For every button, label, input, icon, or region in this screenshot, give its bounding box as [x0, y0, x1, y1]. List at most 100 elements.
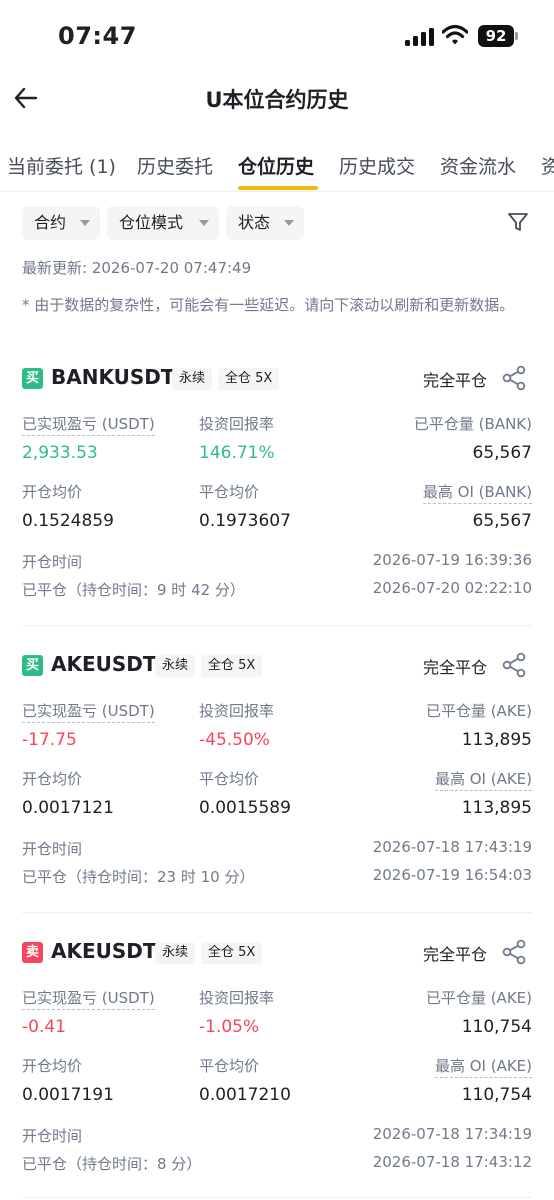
open-time-label: 开仓时间: [22, 1127, 83, 1145]
entry-price-label: 开仓均价: [22, 483, 83, 501]
battery-icon: 92: [478, 25, 514, 47]
exit-price-value: 0.0017210: [199, 1085, 291, 1105]
tag-perpetual: 永续: [172, 368, 213, 390]
pnl-value: -17.75: [22, 730, 77, 750]
pnl-value: 2,933.53: [22, 443, 98, 463]
max-oi-value: 65,567: [472, 511, 532, 531]
open-time-label: 开仓时间: [22, 840, 83, 858]
last-updated-text: 最新更新: 2026-07-20 07:47:49: [22, 259, 252, 277]
open-time-value: 2026-07-18 17:43:19: [372, 838, 532, 856]
side-badge-sell: 卖: [22, 942, 43, 963]
pnl-value: -0.41: [22, 1017, 66, 1037]
closed-qty-value: 65,567: [472, 443, 532, 463]
close-type: 完全平仓: [423, 945, 488, 964]
status-time: 07:47: [58, 22, 137, 50]
close-type: 完全平仓: [423, 658, 488, 677]
cellular-signal-icon: [405, 28, 435, 46]
exit-price-label: 平仓均价: [199, 1057, 260, 1075]
closed-qty-value: 113,895: [461, 730, 532, 750]
entry-price-value: 0.0017191: [22, 1085, 114, 1105]
funnel-filter-icon[interactable]: [506, 210, 530, 234]
pnl-label: 已实现盈亏 (USDT): [22, 987, 155, 1010]
roi-value: -45.50%: [199, 730, 270, 750]
closed-duration-label: 已平仓（持仓时间：8 分）: [22, 1155, 202, 1173]
entry-price-label: 开仓均价: [22, 1057, 83, 1075]
side-badge-buy: 买: [22, 655, 43, 676]
status-bar: 07:47 92: [0, 0, 554, 74]
page-title: U本位合约历史: [205, 88, 349, 112]
caret-down-icon: [80, 220, 90, 226]
open-time-value: 2026-07-19 16:39:36: [372, 551, 532, 569]
tab-order-history[interactable]: 历史委托: [137, 152, 213, 179]
battery-tip: [515, 32, 518, 40]
close-type: 完全平仓: [423, 371, 488, 390]
open-time-label: 开仓时间: [22, 553, 83, 571]
tab-transaction-history[interactable]: 资金流水: [440, 152, 516, 179]
filter-status-label: 状态: [238, 213, 271, 232]
tag-perpetual: 永续: [155, 655, 196, 677]
caret-down-icon: [199, 220, 209, 226]
roi-label: 投资回报率: [199, 989, 275, 1007]
pnl-label: 已实现盈亏 (USDT): [22, 413, 155, 436]
exit-price-value: 0.0015589: [199, 798, 291, 818]
delay-notice: * 由于数据的复杂性，可能会有一些延迟。请向下滚动以刷新和更新数据。: [22, 296, 515, 314]
max-oi-label: 最高 OI (BANK): [422, 481, 532, 504]
tab-trade-history[interactable]: 历史成交: [339, 152, 415, 179]
roi-value: -1.05%: [199, 1017, 260, 1037]
card-divider: [22, 912, 532, 913]
max-oi-label: 最高 OI (AKE): [434, 768, 532, 791]
closed-time-value: 2026-07-18 17:43:12: [372, 1153, 532, 1171]
closed-qty-label: 已平仓量 (AKE): [425, 702, 532, 720]
tab-overflow[interactable]: 资: [541, 152, 554, 179]
filter-contract-label: 合约: [34, 213, 67, 232]
exit-price-label: 平仓均价: [199, 483, 260, 501]
exit-price-label: 平仓均价: [199, 770, 260, 788]
tag-margin-leverage: 全仓 5X: [201, 655, 263, 677]
max-oi-value: 113,895: [461, 798, 532, 818]
share-icon[interactable]: [502, 652, 526, 678]
position-card[interactable]: 卖 AKEUSDT 永续 全仓 5X 完全平仓 已实现盈亏 (USDT) 投资回…: [0, 939, 554, 1200]
wifi-icon: [442, 24, 468, 45]
symbol: AKEUSDT: [51, 652, 157, 676]
active-tab-indicator: [238, 186, 318, 190]
exit-price-value: 0.1973607: [199, 511, 291, 531]
closed-duration-label: 已平仓（持仓时间：23 时 10 分）: [22, 868, 255, 886]
tag-perpetual: 永续: [155, 942, 196, 964]
roi-label: 投资回报率: [199, 702, 275, 720]
card-divider: [22, 625, 532, 626]
closed-qty-label: 已平仓量 (BANK): [413, 415, 532, 433]
tag-margin-leverage: 全仓 5X: [218, 368, 280, 390]
position-card[interactable]: 买 BANKUSDT 永续 全仓 5X 完全平仓 已实现盈亏 (USDT) 投资…: [0, 365, 554, 628]
position-card[interactable]: 买 AKEUSDT 永续 全仓 5X 完全平仓 已实现盈亏 (USDT) 投资回…: [0, 652, 554, 915]
entry-price-label: 开仓均价: [22, 770, 83, 788]
closed-time-value: 2026-07-19 16:54:03: [372, 866, 532, 884]
roi-label: 投资回报率: [199, 415, 275, 433]
pnl-label: 已实现盈亏 (USDT): [22, 700, 155, 723]
header: U本位合约历史: [0, 74, 554, 126]
tab-open-orders[interactable]: 当前委托 (1): [7, 152, 116, 179]
filter-contract[interactable]: 合约: [22, 206, 100, 240]
closed-qty-label: 已平仓量 (AKE): [425, 989, 532, 1007]
max-oi-value: 110,754: [461, 1085, 532, 1105]
tab-bar: 当前委托 (1) 历史委托 仓位历史 历史成交 资金流水 资: [0, 140, 554, 192]
closed-duration-label: 已平仓（持仓时间：9 时 42 分）: [22, 581, 245, 599]
filter-position-mode-label: 仓位模式: [119, 213, 184, 232]
card-divider: [22, 1197, 532, 1198]
max-oi-label: 最高 OI (AKE): [434, 1055, 532, 1078]
open-time-value: 2026-07-18 17:34:19: [372, 1125, 532, 1143]
filter-status[interactable]: 状态: [226, 206, 304, 240]
caret-down-icon: [284, 220, 294, 226]
closed-qty-value: 110,754: [461, 1017, 532, 1037]
filter-bar: 合约 仓位模式 状态: [0, 206, 554, 240]
entry-price-value: 0.0017121: [22, 798, 114, 818]
share-icon[interactable]: [502, 939, 526, 965]
share-icon[interactable]: [502, 365, 526, 391]
symbol: BANKUSDT: [51, 365, 175, 389]
side-badge-buy: 买: [22, 368, 43, 389]
entry-price-value: 0.1524859: [22, 511, 114, 531]
tag-margin-leverage: 全仓 5X: [201, 942, 263, 964]
tab-position-history[interactable]: 仓位历史: [238, 152, 314, 179]
roi-value: 146.71%: [199, 443, 275, 463]
filter-position-mode[interactable]: 仓位模式: [107, 206, 219, 240]
symbol: AKEUSDT: [51, 939, 157, 963]
